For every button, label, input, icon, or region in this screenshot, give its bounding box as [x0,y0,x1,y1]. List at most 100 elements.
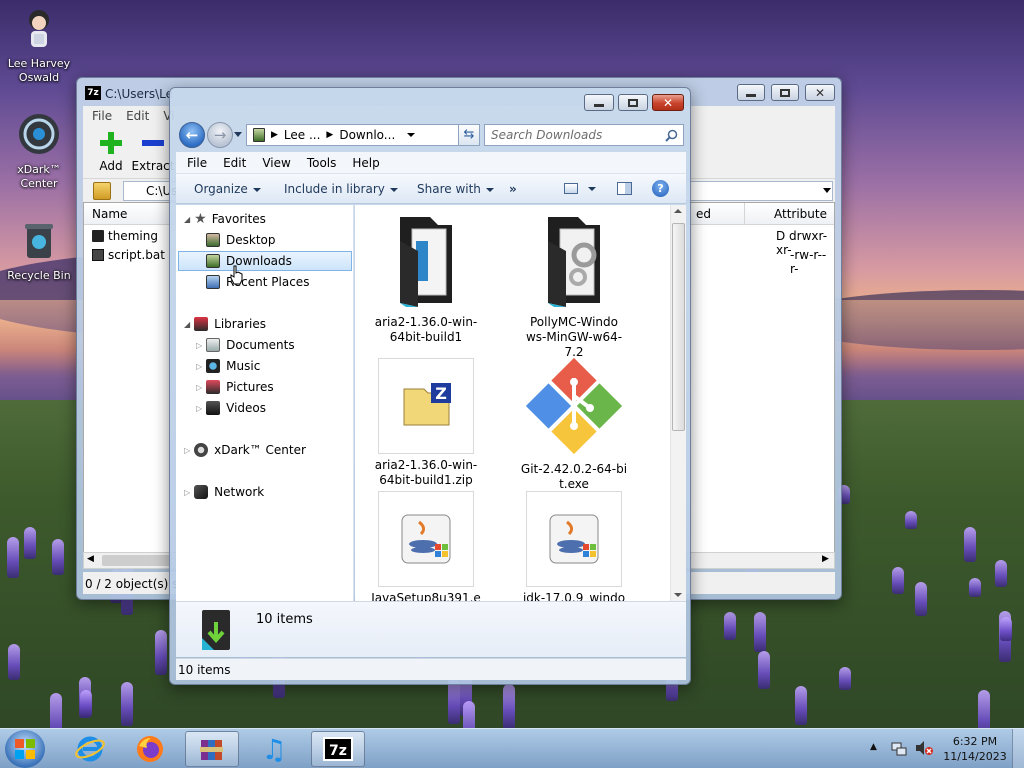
file-name: jdk-17.0.9_windo [522,591,626,601]
xdark-center-icon [194,443,209,457]
close-button[interactable]: ✕ [652,94,684,111]
plus-icon [100,132,122,154]
file-tile[interactable]: JavaSetup8u391.e [366,491,486,601]
menu-tools[interactable]: Tools [307,156,337,170]
share-with-button[interactable]: Share with [417,182,494,196]
address-bar[interactable]: ▶ Lee ... ▶ Downlo... [246,124,472,146]
include-in-library-button[interactable]: Include in library [284,182,398,196]
downloads-folder-icon [206,254,220,268]
scrollbar-thumb[interactable] [672,223,685,431]
arrow-right-icon: → [213,126,227,144]
chevron-down-icon [252,187,261,192]
nav-label: Music [226,359,261,373]
desktop-icon-xdark-center[interactable]: xDark™ Center [2,112,76,191]
nav-recent-places[interactable]: Recent Places [206,272,309,292]
nav-xdark-center[interactable]: ▷ xDark™ Center [184,440,306,460]
column-modified[interactable]: ed [696,207,711,221]
start-button[interactable] [5,730,45,768]
column-name[interactable]: Name [92,207,127,221]
minimize-button[interactable] [737,84,765,101]
close-icon: ✕ [814,85,826,100]
taskbar-7zip[interactable]: 7z [311,731,365,767]
nav-desktop[interactable]: Desktop [206,230,276,250]
explorer-window[interactable]: ✕ ← → ▶ Lee ... ▶ Downlo... ⇆ Search Dow… [169,87,691,685]
vertical-scrollbar[interactable] [670,205,686,601]
file-tile[interactable]: PollyMC-Windo ws-MinGW-w64- 7.2 [514,211,634,360]
wallpaper-flower [905,511,917,529]
file-tile[interactable]: jdk-17.0.9_windo [514,491,634,601]
taskbar-winrar[interactable] [185,731,239,767]
maximize-button[interactable] [771,84,799,101]
include-label: Include in library [284,182,385,196]
desktop-icon-user[interactable]: Lee Harvey Oswald [2,6,76,85]
address-dropdown-icon[interactable] [407,133,416,137]
nav-network[interactable]: ▷ Network [184,482,264,502]
taskbar-firefox[interactable] [123,731,177,767]
menu-view[interactable]: View [262,156,290,170]
file-tile[interactable]: aria2-1.36.0-win- 64bit-build1 [366,211,486,345]
taskbar-internet-explorer[interactable] [63,731,117,767]
nav-pictures[interactable]: ▷ Pictures [196,377,274,397]
clock[interactable]: 6:32 PM 11/14/2023 [942,734,1008,764]
forward-button[interactable]: → [207,122,233,148]
help-icon[interactable]: ? [652,180,669,197]
nav-music[interactable]: ▷ Music [196,356,260,376]
network-tray-icon[interactable] [891,740,907,756]
minimize-button[interactable] [584,94,614,111]
volume-muted-icon[interactable] [915,740,933,756]
more-commands-button[interactable]: » [509,182,517,196]
pictures-icon [206,380,221,394]
breadcrumb-downloads[interactable]: Downlo... [339,128,395,142]
desktop-icon-recycle-bin[interactable]: Recycle Bin [2,218,76,283]
search-input[interactable]: Search Downloads [484,124,684,146]
nav-label: Videos [226,401,267,415]
java-installer-icon [401,514,451,564]
menu-help[interactable]: Help [352,156,379,170]
scrollbar-thumb[interactable] [102,555,172,566]
windows-logo-icon [15,739,35,759]
wallpaper-flower [892,567,904,594]
close-button[interactable]: ✕ [805,84,835,101]
back-button[interactable]: ← [179,122,205,148]
chevron-down-icon[interactable] [823,188,831,193]
nav-label: Libraries [214,317,266,331]
file-tile[interactable]: Git-2.42.0.2-64-bi t.exe [514,357,634,492]
organize-button[interactable]: Organize [194,182,261,196]
column-attributes[interactable]: Attribute [774,207,827,221]
taskbar: ♫ 7z ▲ 6:32 PM 11/14/2023 [0,728,1024,768]
breadcrumb-user[interactable]: Lee ... [284,128,321,142]
refresh-button[interactable]: ⇆ [458,124,480,146]
preview-pane-icon[interactable] [617,182,632,195]
collapsed-triangle-icon: ▷ [184,487,191,497]
wallpaper-flower [7,537,19,578]
organize-label: Organize [194,182,248,196]
nav-libraries[interactable]: ◢ Libraries [184,314,266,334]
nav-videos[interactable]: ▷ Videos [196,398,266,418]
up-folder-icon[interactable] [93,182,111,200]
change-view-icon[interactable] [564,183,578,194]
row-name: script.bat [108,248,165,262]
file-name: JavaSetup8u391.e [371,591,481,601]
git-logo-icon [525,357,623,455]
nav-documents[interactable]: ▷ Documents [196,335,295,355]
maximize-button[interactable] [618,94,648,111]
scroll-up-icon[interactable] [674,209,682,213]
nav-downloads[interactable]: Downloads [178,251,352,271]
star-icon: ★ [194,211,207,227]
scroll-left-icon[interactable]: ◀ [87,554,94,564]
menu-file[interactable]: File [187,156,207,170]
menu-file[interactable]: File [92,109,112,123]
show-hidden-icons-button[interactable]: ▲ [870,742,877,752]
recent-pages-chevron-icon[interactable] [234,132,242,137]
taskbar-music-player[interactable]: ♫ [247,731,301,767]
view-dropdown-icon[interactable] [588,187,596,191]
file-tile[interactable]: Z aria2-1.36.0-win- 64bit-build1.zip [366,358,486,488]
menu-edit[interactable]: Edit [223,156,246,170]
menu-edit[interactable]: Edit [126,109,149,123]
show-desktop-button[interactable] [1012,729,1024,768]
nav-favorites[interactable]: ◢ ★ Favorites [184,209,266,229]
scroll-down-icon[interactable] [674,593,682,597]
search-icon [665,129,678,142]
scroll-right-icon[interactable]: ▶ [822,554,829,564]
arrow-left-icon: ← [185,126,199,144]
